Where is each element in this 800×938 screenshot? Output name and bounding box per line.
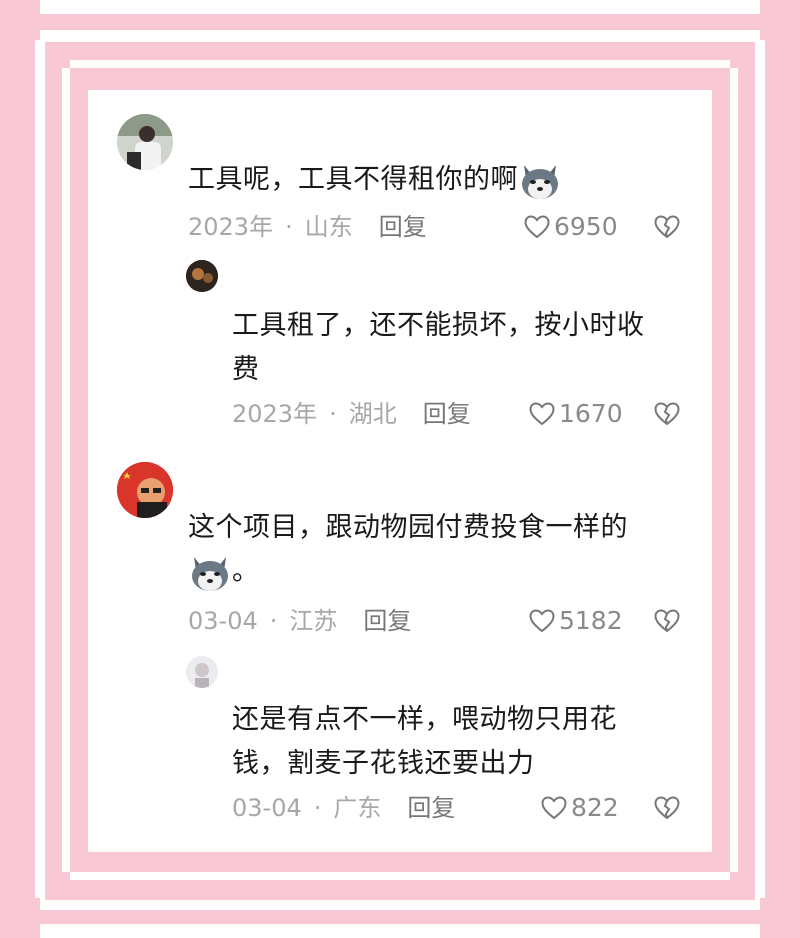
frame-corner-bl <box>0 898 40 938</box>
reply-meta: 2023年 · 湖北 回复 <box>232 397 471 431</box>
reply-date: 2023年 <box>232 400 318 428</box>
broken-heart-icon <box>654 796 680 820</box>
broken-heart-icon <box>654 609 680 633</box>
reply-avatar[interactable] <box>186 656 218 688</box>
like-button[interactable]: 5182 <box>529 604 623 638</box>
like-count: 822 <box>571 793 619 822</box>
heart-icon <box>524 215 550 239</box>
reply-button[interactable]: 回复 <box>363 607 411 635</box>
frame-edge-bottom <box>0 924 800 938</box>
reply-avatar[interactable] <box>186 260 218 292</box>
like-button[interactable]: 1670 <box>529 397 623 431</box>
reply-date: 03-04 <box>232 794 302 822</box>
reply-text: 还是有点不一样，喂动物只用花 钱，割麦子花钱还要出力 <box>232 704 617 779</box>
like-button[interactable]: 6950 <box>524 210 618 244</box>
reply-button[interactable]: 回复 <box>407 794 455 822</box>
dislike-button[interactable] <box>654 214 680 240</box>
comment-meta: 2023年 · 山东 回复 <box>188 210 427 244</box>
reply-location: 湖北 <box>348 400 397 428</box>
reply-button[interactable]: 回复 <box>379 213 427 241</box>
like-count: 5182 <box>559 606 623 635</box>
reply-button[interactable]: 回复 <box>423 400 471 428</box>
dislike-button[interactable] <box>654 795 680 821</box>
frame-stripe-right <box>730 68 738 872</box>
dislike-button[interactable] <box>654 608 680 634</box>
heart-icon <box>529 402 555 426</box>
frame-corner-tr <box>760 0 800 40</box>
reply-text: 工具租了，还不能损坏，按小时收 费 <box>232 310 645 385</box>
meta-separator: · <box>329 400 337 428</box>
broken-heart-icon <box>654 402 680 426</box>
meta-separator: · <box>269 607 278 635</box>
heart-icon <box>529 609 555 633</box>
frame-corner-tl <box>0 0 40 40</box>
heart-icon <box>541 796 567 820</box>
frame-edge-top <box>0 0 800 14</box>
comment-text-line2: 。 <box>188 550 688 594</box>
avatar[interactable] <box>117 462 173 518</box>
frame-stripe-left <box>62 68 70 872</box>
like-count: 1670 <box>559 399 623 428</box>
comment-text: 这个项目，跟动物园付费投食一样的 。 <box>188 506 688 594</box>
husky-emoji <box>188 553 232 593</box>
comment-text: 工具呢，工具不得租你的啊 <box>188 158 688 202</box>
meta-separator: · <box>313 794 322 822</box>
frame-corner-br <box>760 898 800 938</box>
comment-location: 江苏 <box>289 607 338 635</box>
frame-stripe-bottom <box>70 872 730 880</box>
frame-stripe-top <box>70 60 730 68</box>
dislike-button[interactable] <box>654 401 680 427</box>
comment-date: 03-04 <box>188 607 258 635</box>
meta-separator: · <box>285 213 293 241</box>
like-count: 6950 <box>554 212 618 241</box>
husky-emoji <box>518 161 562 201</box>
avatar[interactable] <box>117 114 173 170</box>
comment-location: 山东 <box>304 213 353 241</box>
reply-meta: 03-04 · 广东 回复 <box>232 791 455 825</box>
reply-location: 广东 <box>333 794 382 822</box>
broken-heart-icon <box>654 215 680 239</box>
comment-meta: 03-04 · 江苏 回复 <box>188 604 411 638</box>
like-button[interactable]: 822 <box>541 791 619 825</box>
comment-date: 2023年 <box>188 213 274 241</box>
